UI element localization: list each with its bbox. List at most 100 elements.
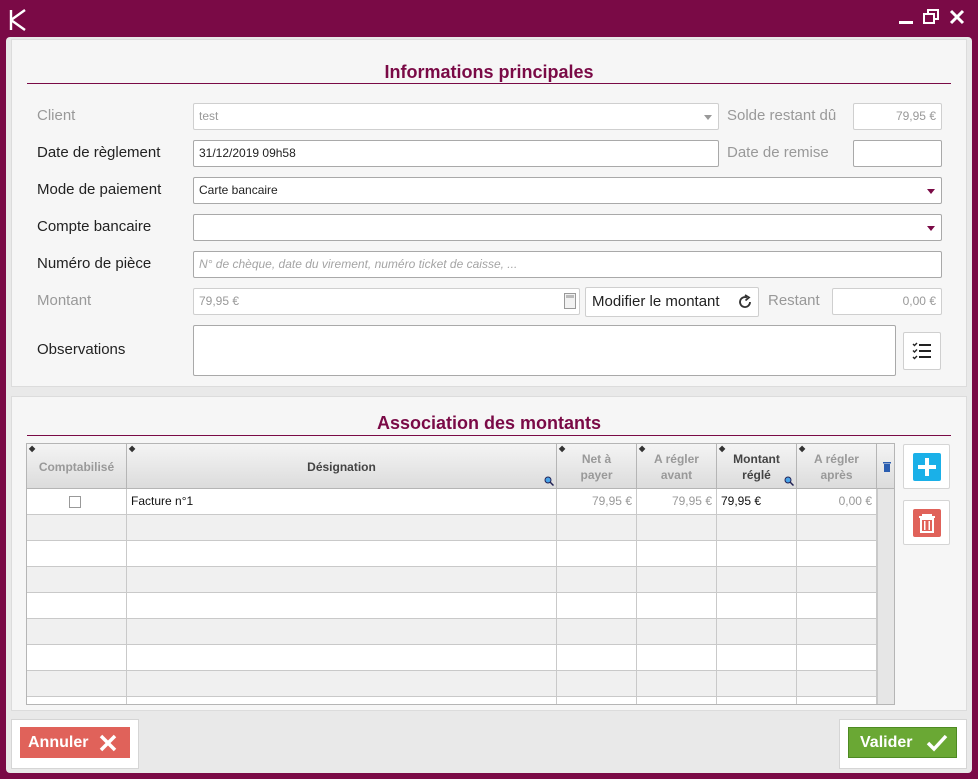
table-cell — [717, 697, 797, 704]
sort-icon: ◆ — [29, 444, 36, 453]
date-reglement-field[interactable]: 31/12/2019 09h58 — [193, 140, 719, 167]
comptabilise-checkbox[interactable] — [69, 496, 81, 508]
modifier-montant-button[interactable]: Modifier le montant — [585, 287, 759, 317]
minimize-icon[interactable] — [897, 8, 915, 26]
table-cell — [637, 697, 717, 704]
col-a-regler-apres[interactable]: ◆ A régler après — [797, 444, 877, 489]
cancel-button[interactable]: Annuler — [20, 727, 130, 758]
cell-regle[interactable]: 79,95 € — [717, 489, 797, 515]
refresh-icon — [739, 294, 751, 308]
montant-value: 79,95 € — [199, 294, 240, 308]
col-delete[interactable] — [877, 444, 894, 489]
table-cell — [797, 541, 877, 567]
table-cell — [717, 619, 797, 645]
observations-textarea[interactable] — [193, 325, 896, 376]
cancel-label: Annuler — [28, 733, 89, 751]
search-icon[interactable] — [784, 476, 794, 486]
sort-icon: ◆ — [129, 444, 136, 453]
date-remise-label: Date de remise — [727, 144, 829, 161]
table-cell — [797, 697, 877, 704]
table-cell — [637, 619, 717, 645]
table-cell — [717, 541, 797, 567]
trash-icon — [913, 509, 941, 537]
table-cell — [127, 541, 557, 567]
cell-comptabilise — [27, 489, 127, 515]
col-designation[interactable]: ◆ Désignation — [127, 444, 557, 489]
search-icon[interactable] — [544, 476, 554, 486]
compte-bancaire-select[interactable] — [193, 214, 942, 241]
table-cell — [127, 645, 557, 671]
table-cell — [637, 541, 717, 567]
main-info-panel: Informations principales Client test Sol… — [11, 39, 967, 387]
table-cell — [27, 593, 127, 619]
section-divider — [27, 435, 951, 436]
cell-net: 79,95 € — [557, 489, 637, 515]
table-cell — [27, 697, 127, 704]
close-icon — [100, 734, 117, 751]
restant-field: 0,00 € — [832, 288, 942, 315]
table-cell — [127, 515, 557, 541]
table-cell — [557, 697, 637, 704]
add-row-button[interactable] — [903, 444, 950, 489]
numero-piece-input[interactable]: N° de chèque, date du virement, numéro t… — [193, 251, 942, 278]
table-cell — [557, 515, 637, 541]
table-row-empty — [27, 541, 877, 567]
solde-label: Solde restant dû — [727, 107, 837, 124]
sort-icon: ◆ — [639, 444, 646, 453]
close-icon[interactable] — [948, 8, 966, 26]
checklist-icon — [912, 342, 931, 360]
cell-avant: 79,95 € — [637, 489, 717, 515]
main-info-title: Informations principales — [384, 62, 594, 82]
delete-row-button[interactable] — [903, 500, 950, 545]
col-label: Montant réglé — [733, 451, 780, 482]
cell-apres: 0,00 € — [797, 489, 877, 515]
trash-icon — [882, 461, 891, 472]
title-bar — [0, 0, 978, 38]
table-cell — [557, 619, 637, 645]
table-cell — [797, 645, 877, 671]
table-cell — [797, 515, 877, 541]
table-cell — [797, 567, 877, 593]
col-label: Désignation — [307, 459, 376, 474]
col-label: A régler avant — [654, 451, 699, 482]
client-label: Client — [37, 107, 76, 124]
dialog-window: Informations principales Client test Sol… — [6, 37, 972, 773]
montant-label: Montant — [37, 292, 92, 309]
table-cell — [717, 645, 797, 671]
col-net-a-payer[interactable]: ◆ Net à payer — [557, 444, 637, 489]
col-montant-regle[interactable]: ◆ Montant réglé — [717, 444, 797, 489]
table-row-empty — [27, 567, 877, 593]
calculator-icon — [564, 293, 576, 309]
association-table: ◆ Comptabilisé ◆ Désignation ◆ Net à pay… — [26, 443, 895, 705]
sort-icon: ◆ — [719, 444, 726, 453]
observations-label: Observations — [37, 341, 126, 358]
table-cell — [797, 593, 877, 619]
table-cell — [637, 515, 717, 541]
chevron-down-icon — [927, 226, 935, 231]
table-cell — [127, 697, 557, 704]
table-cell — [557, 541, 637, 567]
chevron-down-icon — [704, 115, 712, 120]
client-select[interactable]: test — [193, 103, 719, 130]
table-row[interactable]: Facture n°1 79,95 € 79,95 € 79,95 € 0,00… — [27, 489, 877, 515]
vertical-scrollbar[interactable] — [877, 489, 894, 704]
association-title: Association des montants — [376, 413, 602, 433]
plus-icon — [913, 453, 941, 481]
table-row-empty — [27, 697, 877, 704]
mode-paiement-select[interactable]: Carte bancaire — [193, 177, 942, 204]
list-options-button[interactable] — [903, 332, 941, 370]
validate-button[interactable]: Valider — [848, 727, 957, 758]
validate-label: Valider — [860, 733, 913, 751]
col-comptabilise[interactable]: ◆ Comptabilisé — [27, 444, 127, 489]
table-cell — [637, 593, 717, 619]
table-cell — [27, 541, 127, 567]
table-cell — [797, 671, 877, 697]
table-cell — [717, 515, 797, 541]
col-label: Net à payer — [580, 451, 613, 482]
col-a-regler-avant[interactable]: ◆ A régler avant — [637, 444, 717, 489]
date-remise-field[interactable] — [853, 140, 942, 167]
mode-paiement-label: Mode de paiement — [37, 181, 162, 198]
table-row-empty — [27, 645, 877, 671]
restore-icon[interactable] — [922, 8, 940, 26]
table-cell — [717, 671, 797, 697]
